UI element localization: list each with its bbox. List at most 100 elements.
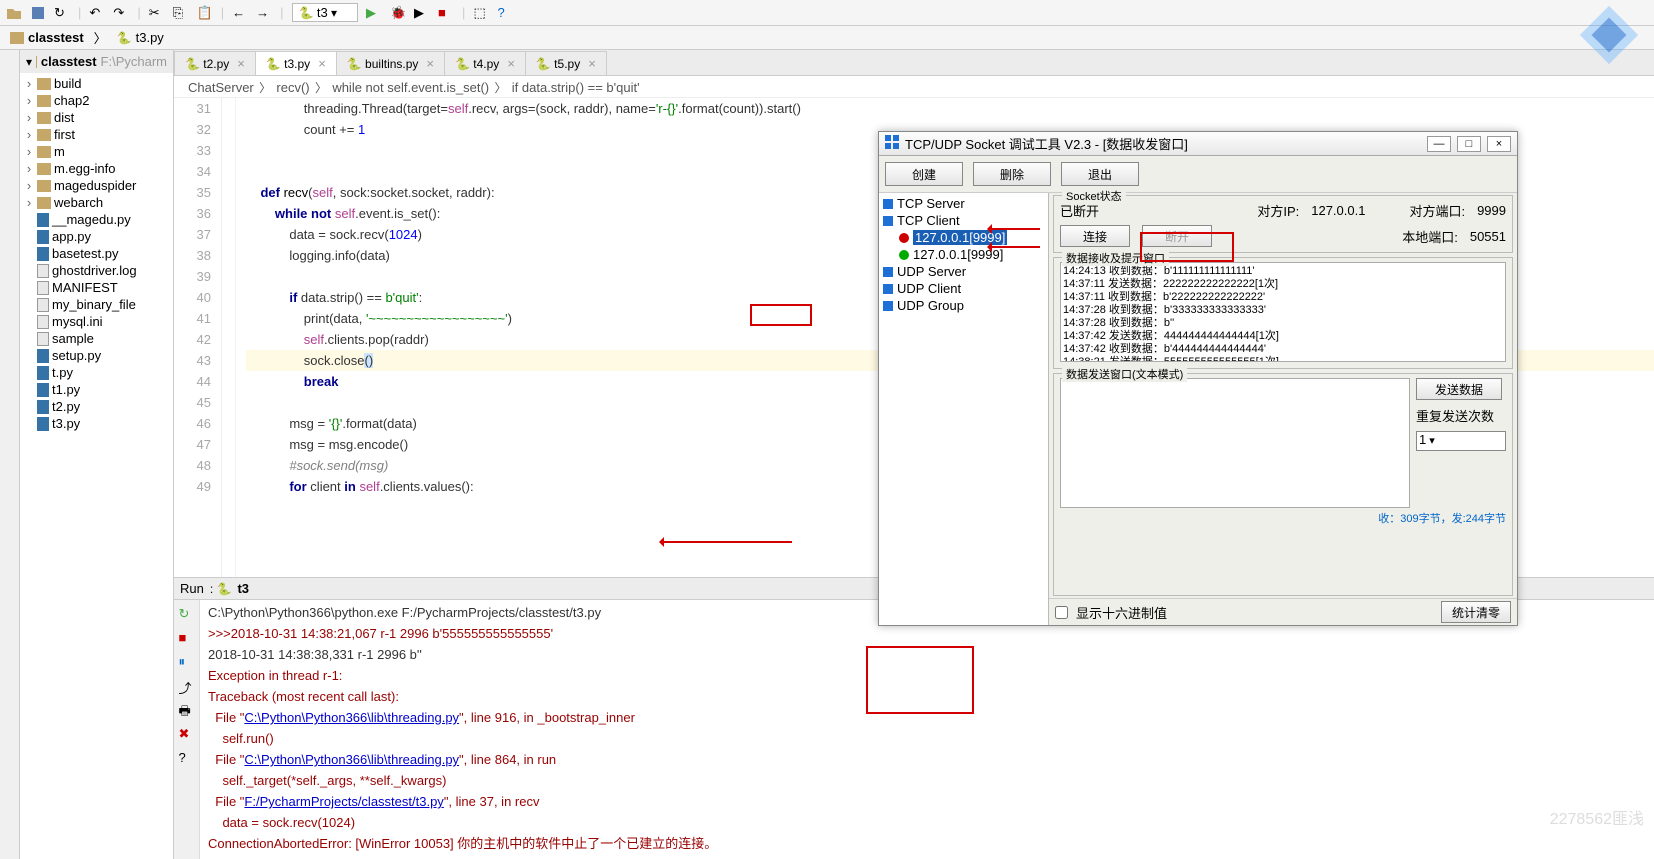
tree-file[interactable]: t1.py xyxy=(20,381,173,398)
cut-icon[interactable]: ✂ xyxy=(149,5,165,21)
exit-icon[interactable]: ⤴ xyxy=(179,678,195,694)
rerun-icon[interactable]: ↻ xyxy=(179,606,195,622)
editor-tab[interactable]: 🐍 t3.py× xyxy=(255,51,337,75)
fold-column[interactable] xyxy=(222,98,236,577)
socket-tree-node[interactable]: UDP Server xyxy=(881,263,1046,280)
editor-tab[interactable]: 🐍 builtins.py× xyxy=(336,51,445,75)
close-tab-icon[interactable]: × xyxy=(426,56,434,71)
delete-button[interactable]: 删除 xyxy=(973,162,1051,186)
annotation-arrow xyxy=(990,246,1040,248)
vcs-icon[interactable]: ⬚ xyxy=(473,5,489,21)
logo-watermark xyxy=(1574,0,1644,70)
window-titlebar[interactable]: TCP/UDP Socket 调试工具 V2.3 - [数据收发窗口] — □ … xyxy=(879,132,1517,156)
minimize-button[interactable]: — xyxy=(1427,136,1451,152)
app-icon xyxy=(885,135,899,152)
tree-dir[interactable]: › dist xyxy=(20,109,173,126)
tree-file[interactable]: ghostdriver.log xyxy=(20,262,173,279)
run-icon[interactable]: ▶ xyxy=(366,5,382,21)
tree-file[interactable]: t2.py xyxy=(20,398,173,415)
stop-icon[interactable]: ■ xyxy=(438,5,454,21)
copy-icon[interactable]: ⎘ xyxy=(173,5,189,21)
tree-file[interactable]: basetest.py xyxy=(20,245,173,262)
repeat-combo[interactable]: 1 ▾ xyxy=(1416,431,1506,451)
text-watermark: 2278562匪浅 xyxy=(1550,805,1644,829)
editor-tab[interactable]: 🐍 t4.py× xyxy=(444,51,526,75)
open-icon[interactable] xyxy=(6,5,22,21)
socket-tree-child[interactable]: 127.0.0.1[9999] xyxy=(881,229,1046,246)
tree-file[interactable]: app.py xyxy=(20,228,173,245)
help-icon[interactable]: ? xyxy=(179,750,195,766)
repeat-label: 重复发送次数 xyxy=(1416,406,1506,425)
crumb-file[interactable]: 🐍 t3.py xyxy=(107,27,174,48)
window-title: TCP/UDP Socket 调试工具 V2.3 - [数据收发窗口] xyxy=(905,134,1188,153)
print-icon[interactable]: 🖶 xyxy=(179,702,195,718)
socket-tree-child[interactable]: 127.0.0.1[9999] xyxy=(881,246,1046,263)
close-icon[interactable]: ✖ xyxy=(179,726,195,742)
socket-tree-node[interactable]: TCP Server xyxy=(881,195,1046,212)
paste-icon[interactable]: 📋 xyxy=(197,5,213,21)
back-icon[interactable]: ← xyxy=(232,5,248,21)
stop-icon[interactable]: ■ xyxy=(179,630,195,646)
create-button[interactable]: 创建 xyxy=(885,162,963,186)
undo-icon[interactable]: ↶ xyxy=(89,5,105,21)
close-button[interactable]: × xyxy=(1487,136,1511,152)
annotation-arrow xyxy=(990,228,1040,230)
project-header[interactable]: ▾ classtest F:\Pycharm xyxy=(20,50,173,73)
tree-dir[interactable]: › mageduspider xyxy=(20,177,173,194)
save-icon[interactable] xyxy=(30,5,46,21)
close-tab-icon[interactable]: × xyxy=(237,56,245,71)
recv-group: 数据接收及提示窗口 14:24:13 收到数据：b'11111111111111… xyxy=(1053,257,1513,369)
editor-tabs: 🐍 t2.py×🐍 t3.py×🐍 builtins.py×🐍 t4.py×🐍 … xyxy=(174,50,1654,76)
debug-icon[interactable]: 🐞 xyxy=(390,5,406,21)
annotation-arrow xyxy=(662,541,792,543)
close-tab-icon[interactable]: × xyxy=(318,56,326,71)
close-tab-icon[interactable]: × xyxy=(588,56,596,71)
tree-dir[interactable]: › m xyxy=(20,143,173,160)
tree-file[interactable]: __magedu.py xyxy=(20,211,173,228)
tree-file[interactable]: MANIFEST xyxy=(20,279,173,296)
disconnect-button[interactable]: 断开 xyxy=(1142,225,1212,247)
tree-file[interactable]: setup.py xyxy=(20,347,173,364)
console-toolbar: ↻ ■ ⏸ ⤴ 🖶 ✖ ? xyxy=(174,600,200,859)
exit-button[interactable]: 退出 xyxy=(1061,162,1139,186)
close-tab-icon[interactable]: × xyxy=(507,56,515,71)
run-console[interactable]: C:\Python\Python366\python.exe F:/Pychar… xyxy=(200,600,1654,859)
code-breadcrumb[interactable]: ChatServer 〉 recv() 〉 while not self.eve… xyxy=(174,76,1654,98)
editor-tab[interactable]: 🐍 t5.py× xyxy=(525,51,607,75)
maximize-button[interactable]: □ xyxy=(1457,136,1481,152)
help-icon[interactable]: ? xyxy=(497,5,513,21)
connect-button[interactable]: 连接 xyxy=(1060,225,1130,247)
main-toolbar: ↻ | ↶ ↷ | ✂ ⎘ 📋 | ← → | 🐍 t3 ▾ ▶ 🐞 ▶ ■ |… xyxy=(0,0,1654,26)
recv-log[interactable]: 14:24:13 收到数据：b'111111111111111' 14:37:1… xyxy=(1060,262,1506,362)
run-config-combo[interactable]: 🐍 t3 ▾ xyxy=(292,3,358,22)
pause-icon[interactable]: ⏸ xyxy=(179,654,195,670)
refresh-icon[interactable]: ↻ xyxy=(54,5,70,21)
tree-dir[interactable]: › chap2 xyxy=(20,92,173,109)
crumb-project[interactable]: classtest xyxy=(0,27,94,48)
forward-icon[interactable]: → xyxy=(256,5,272,21)
tree-dir[interactable]: › build xyxy=(20,75,173,92)
clear-stats-button[interactable]: 统计清零 xyxy=(1441,601,1511,623)
send-button[interactable]: 发送数据 xyxy=(1416,378,1502,400)
redo-icon[interactable]: ↷ xyxy=(113,5,129,21)
tree-file[interactable]: t3.py xyxy=(20,415,173,432)
tree-file[interactable]: mysql.ini xyxy=(20,313,173,330)
socket-debug-window: TCP/UDP Socket 调试工具 V2.3 - [数据收发窗口] — □ … xyxy=(878,131,1518,626)
socket-tree-node[interactable]: UDP Client xyxy=(881,280,1046,297)
hex-checkbox[interactable] xyxy=(1055,606,1068,619)
tree-file[interactable]: t.py xyxy=(20,364,173,381)
socket-tree[interactable]: TCP ServerTCP Client127.0.0.1[9999]127.0… xyxy=(879,193,1049,625)
tree-dir[interactable]: › m.egg-info xyxy=(20,160,173,177)
tree-file[interactable]: sample xyxy=(20,330,173,347)
send-textarea[interactable] xyxy=(1060,378,1410,508)
editor-tab[interactable]: 🐍 t2.py× xyxy=(174,51,256,75)
path-bar: classtest 〉 🐍 t3.py xyxy=(0,26,1654,50)
tree-dir[interactable]: › webarch xyxy=(20,194,173,211)
tree-dir[interactable]: › first xyxy=(20,126,173,143)
socket-tree-node[interactable]: UDP Group xyxy=(881,297,1046,314)
stats-label: 收：309字节，发:244字节 xyxy=(1060,510,1506,526)
coverage-icon[interactable]: ▶ xyxy=(414,5,430,21)
socket-tree-node[interactable]: TCP Client xyxy=(881,212,1046,229)
tree-file[interactable]: my_binary_file xyxy=(20,296,173,313)
project-tool-strip[interactable] xyxy=(0,50,20,859)
